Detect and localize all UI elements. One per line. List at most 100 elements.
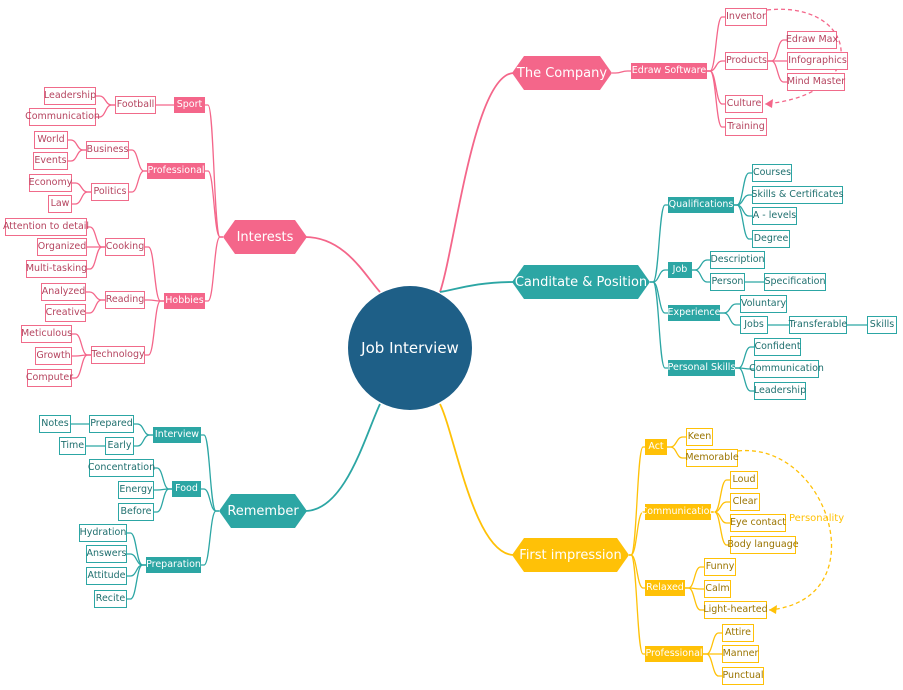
connector-main-topic-remember-subtopic-preparation	[201, 510, 219, 566]
mind-map-canvas: Job Interview The Company Edraw Software…	[0, 0, 903, 690]
root-node[interactable]: Job Interview	[348, 286, 472, 410]
subtopic-professional-impression[interactable]: Professional	[645, 646, 703, 662]
leaf-description[interactable]: Description	[710, 251, 765, 269]
relationship-personality-arrowhead	[769, 605, 777, 614]
leaf-clear[interactable]: Clear	[730, 493, 760, 511]
leaf-economy[interactable]: Economy	[29, 174, 72, 192]
leaf-leadership[interactable]: Leadership	[754, 382, 806, 400]
leaf-analyzed[interactable]: Analyzed	[41, 283, 86, 301]
leaf-degree[interactable]: Degree	[752, 230, 790, 248]
connector-main-topic-candidate-subtopic-job	[650, 269, 668, 283]
relation-label-personality[interactable]: Personality	[789, 513, 844, 524]
leaf-memorable[interactable]: Memorable	[685, 449, 739, 467]
subtopic-interview[interactable]: Interview	[153, 427, 201, 443]
subtopic-experience[interactable]: Experience	[668, 305, 721, 321]
leaf-recite[interactable]: Recite	[94, 590, 127, 608]
leaf-products[interactable]: Products	[725, 52, 768, 70]
subtopic-food[interactable]: Food	[172, 481, 201, 497]
leaf-transferable[interactable]: Transferable	[789, 316, 847, 334]
leaf-early[interactable]: Early	[105, 437, 134, 455]
leaf-politics[interactable]: Politics	[91, 183, 129, 201]
subtopic-personal-skills[interactable]: Personal Skills	[668, 360, 735, 376]
leaf-eye-contact[interactable]: Eye contact	[730, 514, 786, 532]
leaf-mind-master[interactable]: Mind Master	[787, 73, 845, 91]
main-topic-candidate[interactable]: Canditate & Position	[512, 265, 650, 299]
main-topic-remember[interactable]: Remember	[219, 494, 307, 528]
leaf-concentration[interactable]: Concentration	[88, 459, 155, 477]
subtopic-relaxed[interactable]: Relaxed	[645, 580, 685, 596]
leaf-multi-tasking[interactable]: Multi-tasking	[26, 260, 87, 278]
leaf-calm[interactable]: Calm	[704, 580, 731, 598]
leaf-technology[interactable]: Technology	[91, 346, 145, 364]
main-topic-company[interactable]: The Company	[512, 56, 612, 90]
leaf-law[interactable]: Law	[48, 195, 72, 213]
leaf-hydration[interactable]: Hydration	[79, 524, 127, 542]
leaf-body-language[interactable]: Body language	[727, 536, 799, 554]
leaf-courses[interactable]: Courses	[752, 164, 792, 182]
leaf-manner[interactable]: Manner	[722, 645, 759, 663]
leaf-attire[interactable]: Attire	[722, 624, 754, 642]
leaf-funny[interactable]: Funny	[704, 558, 736, 576]
leaf-skills[interactable]: Skills	[867, 316, 897, 334]
connector-subtopic-hobbies-leaf-cooking	[145, 246, 164, 302]
subtopic-qualifications[interactable]: Qualifications	[668, 197, 734, 213]
leaf-cooking[interactable]: Cooking	[105, 238, 145, 256]
leaf-light-hearted[interactable]: Light-hearted	[703, 601, 768, 619]
leaf-inventor[interactable]: Inventor	[725, 8, 767, 26]
leaf-person[interactable]: Person	[710, 273, 745, 291]
subtopic-preparation[interactable]: Preparation	[146, 557, 201, 573]
leaf-communication-sport[interactable]: Communication	[25, 108, 100, 126]
leaf-meticulous[interactable]: Meticulous	[21, 325, 72, 343]
leaf-energy[interactable]: Energy	[118, 481, 154, 499]
leaf-loud[interactable]: Loud	[730, 471, 758, 489]
connector-main-topic-interests-subtopic-hobbies	[205, 236, 223, 302]
subtopic-job[interactable]: Job	[668, 262, 692, 278]
leaf-business[interactable]: Business	[86, 141, 129, 159]
leaf-a-levels[interactable]: A - levels	[752, 207, 797, 225]
leaf-prepared[interactable]: Prepared	[89, 415, 134, 433]
leaf-notes[interactable]: Notes	[39, 415, 71, 433]
leaf-answers[interactable]: Answers	[86, 545, 127, 563]
leaf-creative[interactable]: Creative	[45, 304, 86, 322]
leaf-events[interactable]: Events	[33, 152, 68, 170]
subtopic-professional-interests[interactable]: Professional	[147, 163, 205, 179]
subtopic-sport[interactable]: Sport	[174, 97, 205, 113]
connector-subtopic-qualifications-leaf-a-levels	[734, 204, 752, 217]
leaf-confident[interactable]: Confident	[754, 338, 801, 356]
leaf-communication[interactable]: Communication	[749, 360, 824, 378]
main-topic-interests[interactable]: Interests	[223, 220, 307, 254]
subtopic-act[interactable]: Act	[645, 439, 667, 455]
leaf-edraw-max[interactable]: Edraw Max	[786, 31, 838, 49]
leaf-reading[interactable]: Reading	[105, 291, 145, 309]
connector-subtopic-interview-leaf-early	[134, 434, 153, 447]
subtopic-edraw-software[interactable]: Edraw Software	[631, 63, 707, 79]
leaf-organized[interactable]: Organized	[37, 238, 87, 256]
connector-leaf-business-leaf-events	[68, 149, 86, 162]
subtopic-hobbies[interactable]: Hobbies	[164, 293, 205, 309]
leaf-jobs[interactable]: Jobs	[740, 316, 768, 334]
leaf-culture[interactable]: Culture	[725, 95, 763, 113]
connector-subtopic-professional-impression-leaf-attire	[703, 632, 722, 655]
leaf-time[interactable]: Time	[59, 437, 86, 455]
leaf-world[interactable]: World	[34, 131, 68, 149]
leaf-leadership-sport[interactable]: Leadership	[44, 87, 96, 105]
connector-leaf-technology-leaf-computer	[72, 354, 91, 379]
leaf-punctual[interactable]: Punctual	[722, 667, 764, 685]
leaf-training[interactable]: Training	[725, 118, 767, 136]
leaf-before[interactable]: Before	[118, 503, 154, 521]
leaf-keen[interactable]: Keen	[686, 428, 713, 446]
leaf-attention-to-detail[interactable]: Attention to detail	[3, 218, 89, 236]
leaf-football[interactable]: Football	[115, 96, 156, 114]
leaf-specification[interactable]: Specification	[764, 273, 826, 291]
connector-subtopic-act-leaf-keen	[667, 436, 686, 448]
subtopic-communication[interactable]: Communication	[641, 504, 715, 520]
main-topic-impression[interactable]: First impression	[512, 538, 629, 572]
leaf-voluntary[interactable]: Voluntary	[740, 295, 787, 313]
leaf-growth[interactable]: Growth	[35, 347, 72, 365]
leaf-computer[interactable]: Computer	[26, 369, 73, 387]
leaf-skills-certificates[interactable]: Skills & Certificates	[751, 186, 844, 204]
connector-leaf-business-leaf-world	[68, 139, 86, 151]
connector-subtopic-relaxed-leaf-light-hearted	[685, 587, 704, 611]
leaf-attitude[interactable]: Attitude	[86, 567, 127, 585]
leaf-infographics[interactable]: Infographics	[787, 52, 848, 70]
